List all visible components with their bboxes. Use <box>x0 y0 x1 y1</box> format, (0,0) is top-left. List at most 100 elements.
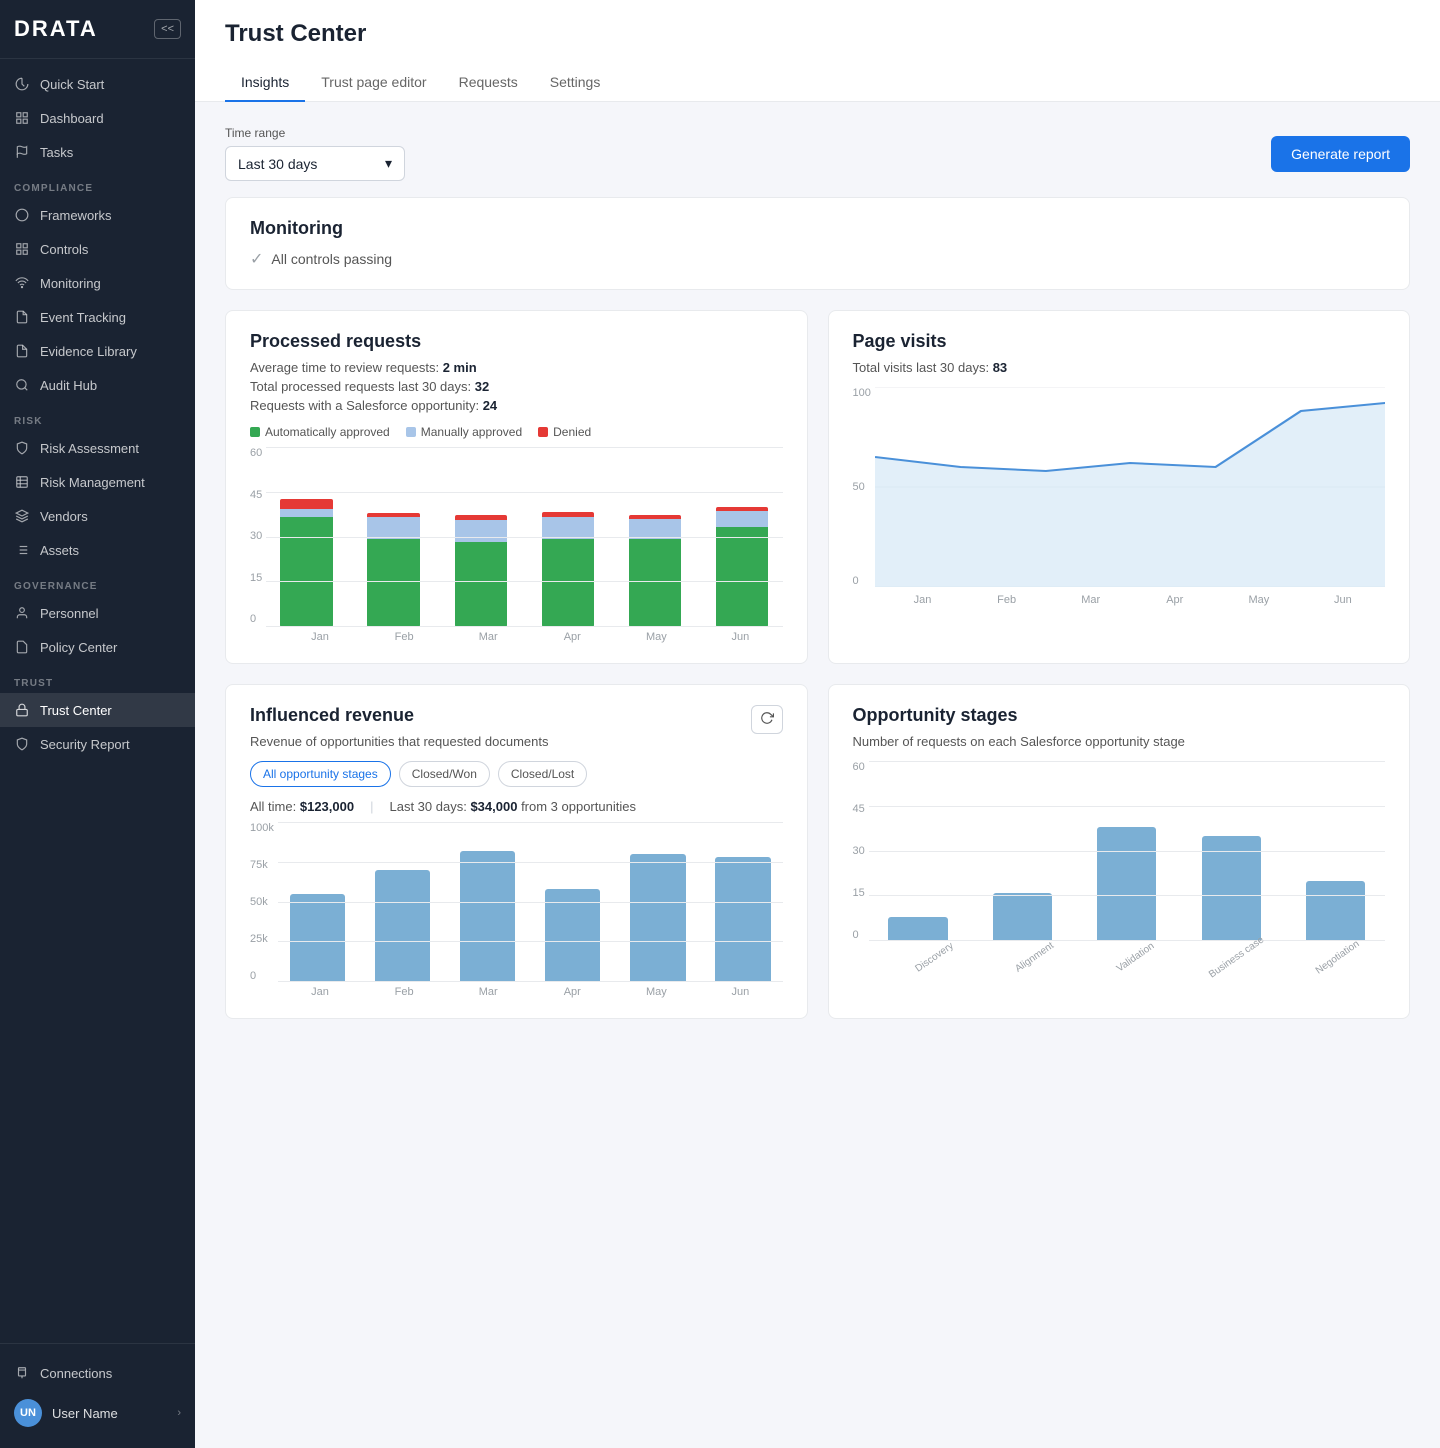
page-visits-value: 83 <box>993 360 1007 375</box>
sidebar-item-policy-center[interactable]: Policy Center <box>0 630 195 664</box>
sidebar-item-label: Risk Assessment <box>40 441 139 456</box>
shield-icon <box>14 440 30 456</box>
doc2-icon <box>14 639 30 655</box>
y-label-45: 45 <box>250 489 262 501</box>
legend-manual: Manually approved <box>406 425 522 439</box>
sidebar-nav: Quick Start Dashboard Tasks COMPLIANCE F… <box>0 59 195 1343</box>
sidebar-item-label: Personnel <box>40 606 99 621</box>
list-icon <box>14 542 30 558</box>
line-chart-svg <box>875 387 1385 587</box>
sidebar-item-risk-assessment[interactable]: Risk Assessment <box>0 431 195 465</box>
sidebar-item-quick-start[interactable]: Quick Start <box>0 67 195 101</box>
revenue-tab-lost[interactable]: Closed/Lost <box>498 761 587 787</box>
tab-requests[interactable]: Requests <box>443 64 534 102</box>
rev-y-50k: 50k <box>250 896 274 908</box>
bar-feb-blue <box>367 517 420 539</box>
collapse-button[interactable]: << <box>154 19 181 39</box>
sidebar-logo: DRATA << <box>0 0 195 59</box>
rev-y-25k: 25k <box>250 933 274 945</box>
search-icon <box>14 377 30 393</box>
bar-chart-bars <box>266 447 782 627</box>
sidebar-item-label: Audit Hub <box>40 378 97 393</box>
sidebar-item-security-report[interactable]: Security Report <box>0 727 195 761</box>
legend-label-denied: Denied <box>553 425 591 439</box>
rev-bar-jan <box>278 822 357 982</box>
tab-trust-page-editor[interactable]: Trust page editor <box>305 64 442 102</box>
sidebar-item-label: Assets <box>40 543 79 558</box>
bar-apr <box>527 447 608 627</box>
bar-mar <box>440 447 521 627</box>
last-30-suffix: from 3 opportunities <box>521 799 636 814</box>
sidebar-item-dashboard[interactable]: Dashboard <box>0 101 195 135</box>
sidebar-item-connections[interactable]: Connections <box>0 1356 195 1390</box>
opp-y-60: 60 <box>853 761 865 773</box>
time-range-value: Last 30 days <box>238 156 317 172</box>
opp-bar-business-fill <box>1202 836 1261 941</box>
rev-x-feb: Feb <box>362 986 446 998</box>
rev-x-jun: Jun <box>698 986 782 998</box>
section-label-compliance: COMPLIANCE <box>0 169 195 198</box>
revenue-tab-won[interactable]: Closed/Won <box>399 761 490 787</box>
rev-bar-feb <box>363 822 442 982</box>
rev-x-apr: Apr <box>530 986 614 998</box>
all-time-value: $123,000 <box>300 799 354 814</box>
user-name: User Name <box>52 1406 167 1421</box>
opportunity-stages-card: Opportunity stages Number of requests on… <box>828 684 1411 1019</box>
monitoring-status: ✓ All controls passing <box>250 249 1385 269</box>
rev-y-100k: 100k <box>250 822 274 834</box>
sidebar-item-tasks[interactable]: Tasks <box>0 135 195 169</box>
sidebar-item-controls[interactable]: Controls <box>0 232 195 266</box>
revenue-tab-all[interactable]: All opportunity stages <box>250 761 391 787</box>
sidebar-item-label: Connections <box>40 1366 112 1381</box>
doc-icon <box>14 309 30 325</box>
bar-jan <box>266 447 347 627</box>
shield2-icon <box>14 736 30 752</box>
grid-icon <box>14 241 30 257</box>
refresh-button[interactable] <box>751 705 783 734</box>
y-label-0: 0 <box>250 613 262 625</box>
bar-may-blue <box>629 519 682 539</box>
bar-apr-green <box>542 539 595 627</box>
time-range-dropdown[interactable]: Last 30 days ▾ <box>225 146 405 181</box>
influenced-revenue-card: Influenced revenue Revenue of opportunit… <box>225 684 808 1019</box>
salesforce-value: 24 <box>483 398 497 413</box>
sidebar-item-vendors[interactable]: Vendors <box>0 499 195 533</box>
pv-x-may: May <box>1217 594 1301 606</box>
opp-stages-subtitle: Number of requests on each Salesforce op… <box>853 734 1386 749</box>
monitoring-status-text: All controls passing <box>271 251 392 267</box>
sidebar-item-frameworks[interactable]: Frameworks <box>0 198 195 232</box>
rev-y-0: 0 <box>250 970 274 982</box>
y-label-15: 15 <box>250 572 262 584</box>
sidebar-item-audit-hub[interactable]: Audit Hub <box>0 368 195 402</box>
revenue-tabs: All opportunity stages Closed/Won Closed… <box>250 761 783 787</box>
opp-stages-title: Opportunity stages <box>853 705 1386 726</box>
sidebar-item-monitoring[interactable]: Monitoring <box>0 266 195 300</box>
chevron-right-icon: › <box>177 1407 181 1419</box>
sidebar-item-event-tracking[interactable]: Event Tracking <box>0 300 195 334</box>
sidebar-item-trust-center[interactable]: Trust Center <box>0 693 195 727</box>
sidebar-item-label: Trust Center <box>40 703 112 718</box>
sidebar-item-label: Event Tracking <box>40 310 126 325</box>
tab-settings[interactable]: Settings <box>534 64 617 102</box>
rev-x-labels: Jan Feb Mar Apr May Jun <box>278 986 783 998</box>
opp-bar-alignment-fill <box>993 893 1052 941</box>
wifi-icon <box>14 275 30 291</box>
sidebar-item-assets[interactable]: Assets <box>0 533 195 567</box>
user-menu[interactable]: UN User Name › <box>0 1390 195 1436</box>
legend-dot-manual <box>406 427 416 437</box>
legend-dot-denied <box>538 427 548 437</box>
x-label-jun: Jun <box>698 631 782 643</box>
generate-report-button[interactable]: Generate report <box>1271 136 1410 172</box>
bar-jan-red <box>280 499 333 509</box>
sidebar-item-personnel[interactable]: Personnel <box>0 596 195 630</box>
y-label-60: 60 <box>250 447 262 459</box>
bar-feb <box>353 447 434 627</box>
rev-y-75k: 75k <box>250 859 274 871</box>
sidebar-item-risk-management[interactable]: Risk Management <box>0 465 195 499</box>
avatar: UN <box>14 1399 42 1427</box>
sidebar-item-label: Tasks <box>40 145 73 160</box>
tab-insights[interactable]: Insights <box>225 64 305 102</box>
sidebar-item-evidence-library[interactable]: Evidence Library <box>0 334 195 368</box>
rev-bar-apr <box>533 822 612 982</box>
revenue-stats: All time: $123,000 | Last 30 days: $34,0… <box>250 799 783 814</box>
